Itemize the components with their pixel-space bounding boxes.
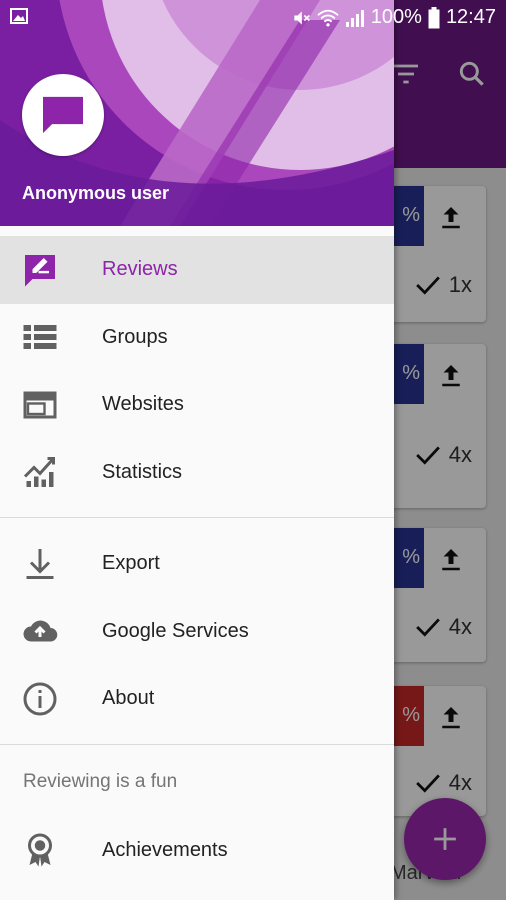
download-icon xyxy=(26,548,54,579)
wifi-icon xyxy=(317,9,339,27)
menu-item-export[interactable]: Export xyxy=(0,530,394,598)
menu-item-label: Reviews xyxy=(102,258,178,281)
gallery-icon xyxy=(10,8,28,24)
menu-item-achievements[interactable]: Achievements xyxy=(0,817,394,885)
menu-item-websites[interactable]: Websites xyxy=(0,371,394,439)
menu-item-statistics[interactable]: Statistics xyxy=(0,439,394,507)
battery-icon xyxy=(428,6,440,28)
menu-item-label: Google Services xyxy=(102,619,249,642)
menu-item-label: Export xyxy=(102,552,160,575)
signal-icon xyxy=(345,9,364,27)
menu-item-google-services[interactable]: Google Services xyxy=(0,598,394,666)
web-icon xyxy=(23,391,57,419)
menu-item-label: Groups xyxy=(102,325,168,348)
award-icon xyxy=(28,833,52,867)
cloud-upload-icon xyxy=(23,620,58,642)
menu-item-groups[interactable]: Groups xyxy=(0,304,394,372)
list-icon xyxy=(23,325,57,350)
battery-percent: 100% xyxy=(370,6,422,28)
menu-divider xyxy=(0,743,394,745)
drawer-menu: Reviews Groups Websites Statistics Expor… xyxy=(0,236,394,884)
menu-item-reviews[interactable]: Reviews xyxy=(0,236,394,304)
menu-item-about[interactable]: About xyxy=(0,665,394,733)
user-name: Anonymous user xyxy=(22,183,170,203)
menu-divider xyxy=(0,517,394,518)
menu-item-label: About xyxy=(102,687,155,710)
menu-item-label: Statistics xyxy=(102,460,183,483)
mute-icon xyxy=(294,10,310,25)
menu-item-label: Websites xyxy=(102,393,184,416)
subheader-text: Reviewing is a fun xyxy=(23,770,178,792)
menu-subheader: Reviewing is a fun xyxy=(0,757,394,817)
info-icon xyxy=(23,682,57,716)
menu-item-label: Achievements xyxy=(102,838,228,861)
chart-icon xyxy=(23,457,55,488)
rate-review-icon xyxy=(25,254,55,287)
chat-bubble-icon xyxy=(43,96,83,134)
clock: 12:47 xyxy=(445,6,496,28)
navigation-drawer: Anonymous user Reviews Groups Websites S… xyxy=(0,0,394,900)
status-bar: 100% 12:47 xyxy=(0,0,506,35)
avatar[interactable] xyxy=(22,74,104,156)
